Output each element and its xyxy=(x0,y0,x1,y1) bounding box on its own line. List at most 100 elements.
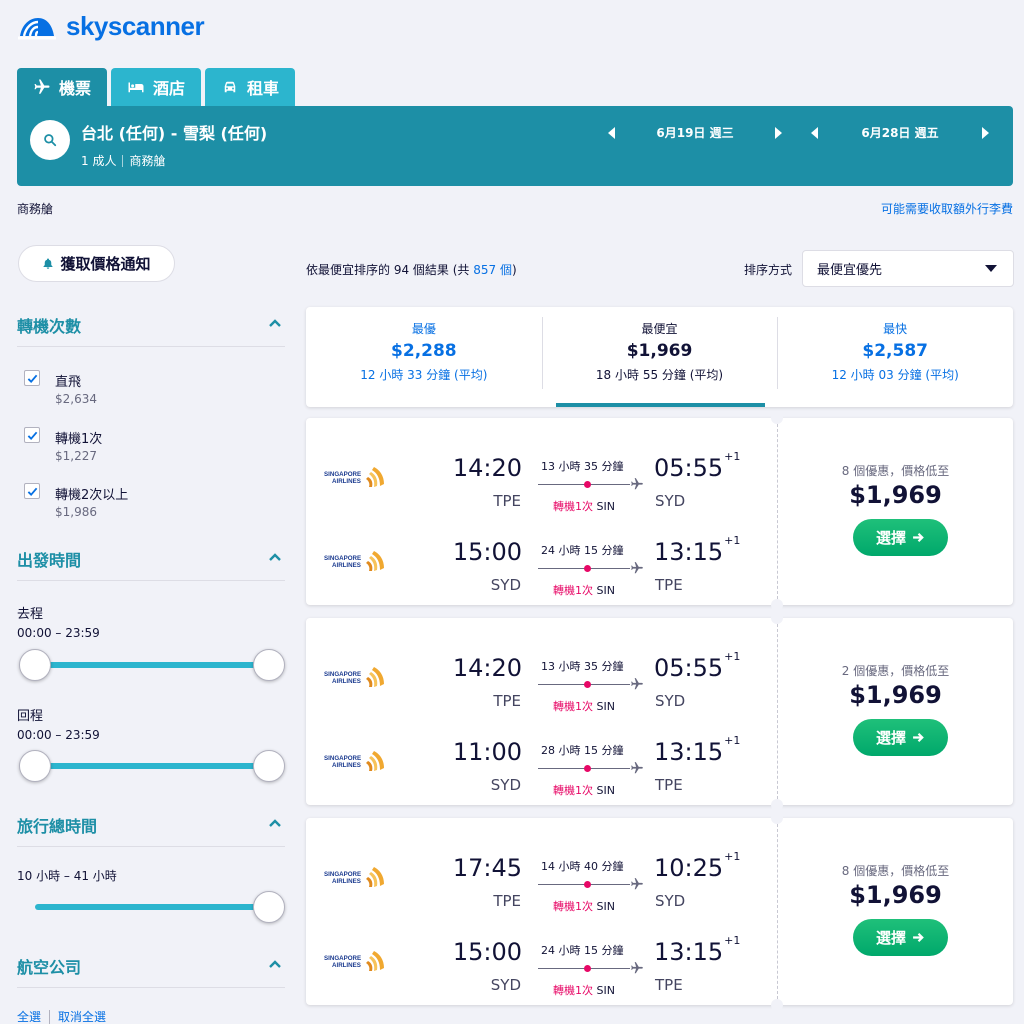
stop-dot xyxy=(584,881,591,888)
stopover-airport: SIN xyxy=(596,700,615,713)
summary-tab-best[interactable]: 最優 $2,288 12 小時 33 分鐘 (平均) xyxy=(306,307,542,407)
stops-filter-header[interactable]: 轉機次數 xyxy=(17,313,285,347)
stopover-airport: SIN xyxy=(596,784,615,797)
airline-logo-text: SINGAPORE xyxy=(324,555,361,562)
deals-count: 2 個優惠，價格低至 xyxy=(841,664,950,678)
departure-times-filter-header[interactable]: 出發時間 xyxy=(17,547,285,581)
airline-logo-text: SINGAPORE xyxy=(324,471,361,478)
depart-date-nav: 6月19日 週三 xyxy=(608,124,782,141)
journey-duration-filter-header[interactable]: 旅行總時間 xyxy=(17,813,285,847)
plane-icon xyxy=(631,478,643,490)
select-button[interactable]: 選擇 xyxy=(853,919,948,956)
departure-time: 15:00 xyxy=(452,538,522,566)
next-depart-date-arrow-icon[interactable] xyxy=(775,126,782,139)
select-button[interactable]: 選擇 xyxy=(853,719,948,756)
prev-depart-date-arrow-icon[interactable] xyxy=(608,126,615,139)
ticket-divider xyxy=(777,424,778,599)
ticket-notch xyxy=(771,412,783,424)
next-return-date-arrow-icon[interactable] xyxy=(982,126,989,139)
summary-price: $2,288 xyxy=(391,341,457,361)
tab-car-hire-label: 租車 xyxy=(247,79,280,98)
price-alert-label: 獲取價格通知 xyxy=(60,255,151,273)
clear-all-airlines-link[interactable]: 取消全選 xyxy=(58,1008,106,1024)
stops-one-checkbox[interactable] xyxy=(24,427,40,443)
return-time-slider-track[interactable] xyxy=(35,763,269,769)
outbound-slider-max-handle[interactable] xyxy=(253,649,285,681)
tab-flights[interactable]: 機票 xyxy=(17,68,108,106)
chevron-up-icon[interactable] xyxy=(269,551,281,563)
itinerary-price: $1,969 xyxy=(849,681,942,709)
departure-airport: TPE xyxy=(493,692,521,710)
summary-tab-cheapest[interactable]: 最便宜 $1,969 18 小時 55 分鐘 (平均) xyxy=(541,307,778,407)
singapore-airlines-logo-icon: SINGAPORE AIRLINES xyxy=(324,467,384,487)
summary-label: 最快 xyxy=(883,322,908,336)
airline-logo-text: SINGAPORE xyxy=(324,755,361,762)
depart-date[interactable]: 6月19日 週三 xyxy=(615,124,775,141)
chevron-up-icon[interactable] xyxy=(269,817,281,829)
journey-duration-slider-handle[interactable] xyxy=(253,891,285,923)
return-date[interactable]: 6月28日 週五 xyxy=(818,124,982,141)
caret-down-icon xyxy=(985,265,997,272)
chevron-up-icon[interactable] xyxy=(269,317,281,329)
skyscanner-logo[interactable]: skyscanner xyxy=(16,10,205,42)
day-offset: +1 xyxy=(724,734,741,747)
journey-duration-slider-track[interactable] xyxy=(35,904,269,910)
stops-two-plus-checkbox[interactable] xyxy=(24,483,40,499)
flight-leg: SINGAPORE AIRLINES 14:20 TPE 13 小時 35 分鐘… xyxy=(306,436,777,520)
departure-time: 15:00 xyxy=(452,938,522,966)
arrow-right-icon xyxy=(913,932,924,943)
stops-info: 轉機1次 SIN xyxy=(553,582,615,598)
return-slider-max-handle[interactable] xyxy=(253,750,285,782)
price-alert-button[interactable]: 獲取價格通知 xyxy=(18,245,175,282)
arrival-time-value: 05:55 xyxy=(654,654,724,682)
arrival-airport: TPE xyxy=(655,976,683,994)
outbound-time-slider-track[interactable] xyxy=(35,662,269,668)
return-date-nav: 6月28日 週五 xyxy=(811,124,989,141)
singapore-airlines-logo-icon: SINGAPORE AIRLINES xyxy=(324,667,384,687)
stops-info: 轉機1次 SIN xyxy=(553,698,615,714)
singapore-airlines-logo-icon: SINGAPORE AIRLINES xyxy=(324,867,384,887)
baggage-fees-link[interactable]: 可能需要收取額外行李費 xyxy=(881,200,1013,217)
result-card[interactable]: 2 個優惠，價格低至 $1,969 選擇 SINGAPORE AIRLINES … xyxy=(306,612,1013,811)
stop-dot xyxy=(584,681,591,688)
arrival-time-value: 10:25 xyxy=(654,854,724,882)
checkmark-icon xyxy=(27,374,37,383)
result-count-suffix: ) xyxy=(511,263,517,277)
skyscanner-sunrise-icon xyxy=(18,18,56,40)
airline-logo-text: AIRLINES xyxy=(332,762,361,769)
day-offset: +1 xyxy=(724,934,741,947)
plane-icon xyxy=(631,678,643,690)
result-card[interactable]: 8 個優惠，價格低至 $1,969 選擇 SINGAPORE AIRLINES … xyxy=(306,412,1013,611)
outbound-label: 去程 xyxy=(17,607,44,622)
result-count-total-link[interactable]: 857 個 xyxy=(473,263,512,277)
arrival-time-value: 13:15 xyxy=(654,738,724,766)
select-button-label: 選擇 xyxy=(875,529,906,547)
day-offset: +1 xyxy=(724,534,741,547)
airlines-filter-header[interactable]: 航空公司 xyxy=(17,954,285,988)
tab-flights-label: 機票 xyxy=(59,79,92,98)
stops-two-plus-label: 轉機2次以上 xyxy=(55,488,129,503)
airlines-filter-title: 航空公司 xyxy=(17,958,82,977)
summary-price: $2,587 xyxy=(862,341,928,361)
sort-select[interactable]: 最便宜優先 xyxy=(802,250,1014,287)
return-slider-min-handle[interactable] xyxy=(19,750,51,782)
chevron-up-icon[interactable] xyxy=(269,958,281,970)
stops-two-plus-price: $1,986 xyxy=(55,505,97,519)
select-button[interactable]: 選擇 xyxy=(853,519,948,556)
cabin-class: 商務艙 xyxy=(129,154,166,168)
arrival-time-value: 13:15 xyxy=(654,538,724,566)
result-card[interactable]: 8 個優惠，價格低至 $1,969 選擇 SINGAPORE AIRLINES … xyxy=(306,812,1013,1011)
edit-search-button[interactable] xyxy=(30,120,70,160)
day-offset: +1 xyxy=(724,850,741,863)
day-offset: +1 xyxy=(724,650,741,663)
prev-return-date-arrow-icon[interactable] xyxy=(811,126,818,139)
search-summary-bar[interactable]: 台北 (任何) - 雪梨 (任何) 1 成人 商務艙 6月19日 週三 6月28… xyxy=(17,106,1013,186)
tab-car-hire[interactable]: 租車 xyxy=(205,68,296,106)
select-all-airlines-link[interactable]: 全選 xyxy=(17,1008,41,1024)
singapore-airlines-logo-icon: SINGAPORE AIRLINES xyxy=(324,951,384,971)
summary-tab-fastest[interactable]: 最快 $2,587 12 小時 03 分鐘 (平均) xyxy=(777,307,1013,407)
tab-hotels[interactable]: 酒店 xyxy=(111,68,202,106)
stops-direct-checkbox[interactable] xyxy=(24,370,40,386)
arrival-airport: SYD xyxy=(655,892,686,910)
outbound-slider-min-handle[interactable] xyxy=(19,649,51,681)
